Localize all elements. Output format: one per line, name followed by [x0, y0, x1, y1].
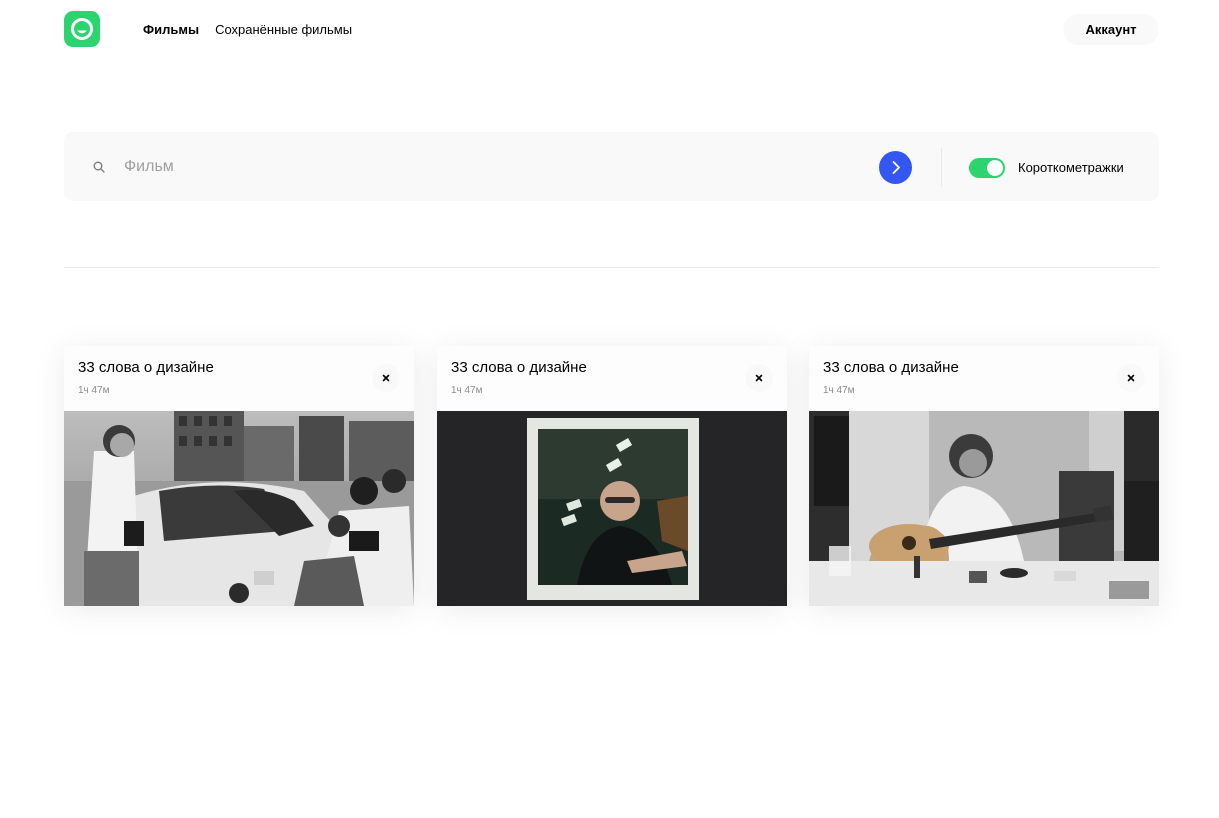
movie-title: 33 слова о дизайне: [78, 359, 214, 376]
movie-card: 33 слова о дизайне 1ч 47м: [809, 346, 1159, 606]
movie-duration: 1ч 47м: [451, 385, 483, 396]
logo[interactable]: [64, 11, 100, 47]
close-icon: [382, 374, 390, 382]
movie-title: 33 слова о дизайне: [451, 359, 587, 376]
movie-card: 33 слова о дизайне 1ч 47м: [437, 346, 787, 606]
close-icon: [1127, 374, 1135, 382]
movie-poster-link[interactable]: [437, 411, 787, 606]
section-divider: [64, 267, 1159, 268]
movie-duration: 1ч 47м: [823, 385, 855, 396]
search-icon: [93, 161, 105, 173]
movie-title: 33 слова о дизайне: [823, 359, 959, 376]
toggle-knob: [987, 160, 1003, 176]
guitarist-photo-image: [809, 411, 1159, 606]
remove-movie-button[interactable]: [1117, 364, 1145, 392]
movie-duration: 1ч 47м: [78, 385, 110, 396]
nav-link-saved-movies[interactable]: Сохранённые фильмы: [215, 22, 352, 38]
remove-movie-button[interactable]: [372, 364, 400, 392]
search-submit-button[interactable]: [879, 151, 912, 184]
search-panel-divider: [941, 148, 942, 187]
nav-link-movies[interactable]: Фильмы: [143, 22, 199, 38]
movie-card: 33 слова о дизайне 1ч 47м: [64, 346, 414, 606]
shorts-toggle-label: Короткометражки: [1018, 160, 1124, 175]
movie-poster-link[interactable]: [809, 411, 1159, 606]
search-input[interactable]: [124, 154, 864, 180]
account-button[interactable]: Аккаунт: [1063, 14, 1159, 45]
close-icon: [755, 374, 763, 382]
polaroid-portrait-image: [437, 411, 787, 606]
street-photo-image: [64, 411, 414, 606]
chevron-right-icon: [892, 161, 900, 174]
remove-movie-button[interactable]: [745, 364, 773, 392]
movie-poster-link[interactable]: [64, 411, 414, 606]
search-form: Короткометражки: [64, 132, 1159, 201]
main-nav: Фильмы Сохранённые фильмы: [143, 22, 352, 38]
smile-logo-icon: [71, 18, 93, 40]
page: Фильмы Сохранённые фильмы Аккаунт Коротк…: [0, 0, 1219, 818]
shorts-toggle[interactable]: [969, 158, 1005, 178]
